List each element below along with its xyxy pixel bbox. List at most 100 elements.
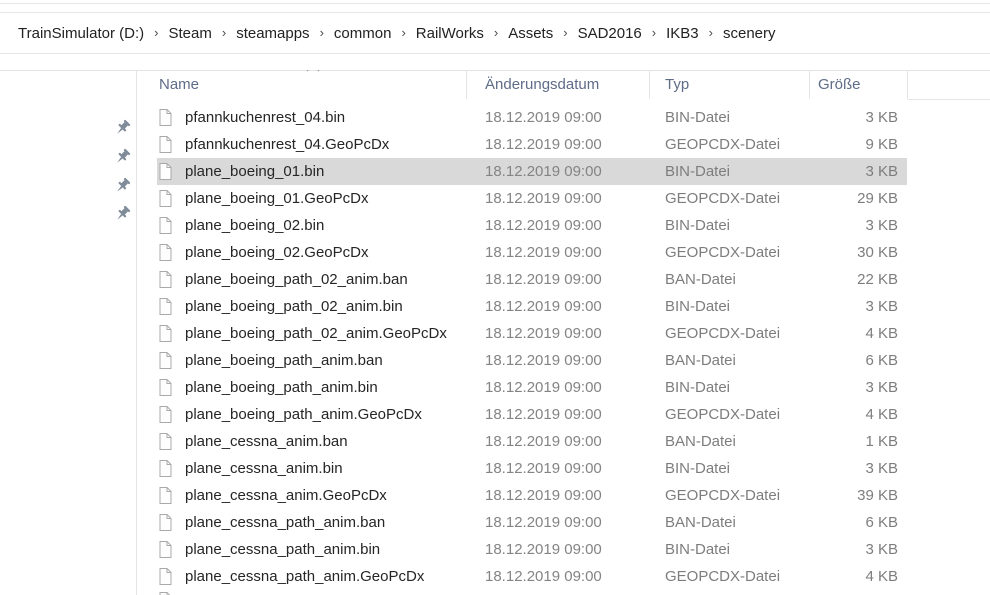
file-type: GEOPCDX-Datei <box>665 325 781 342</box>
file-icon <box>159 514 172 531</box>
file-type: BAN-Datei <box>665 433 736 450</box>
breadcrumb-item[interactable]: TrainSimulator (D:) <box>18 25 144 42</box>
file-size: 29 KB <box>857 190 898 207</box>
file-icon <box>159 433 172 450</box>
file-date: 18.12.2019 09:00 <box>485 568 602 585</box>
breadcrumb-item[interactable]: Assets <box>508 25 553 42</box>
file-date: 18.12.2019 09:00 <box>485 406 602 423</box>
file-type: BIN-Datei <box>665 298 731 315</box>
addressbar-bottom-border <box>0 53 990 54</box>
file-size: 3 KB <box>865 163 898 180</box>
column-header-name[interactable]: Name <box>136 70 467 99</box>
file-name: pfannkuchenrest_04.bin <box>185 109 346 126</box>
file-size: 22 KB <box>857 271 898 288</box>
file-size: 6 KB <box>865 514 898 531</box>
breadcrumb-item[interactable]: SAD2016 <box>578 25 642 42</box>
ribbon-bottom-border <box>0 3 990 4</box>
file-name: plane_boeing_path_02_anim.bin <box>185 298 403 315</box>
file-row[interactable]: plane_cessna_anim.GeoPcDx 18.12.2019 09:… <box>136 482 990 509</box>
file-explorer-window: TrainSimulator (D:) › Steam › steamapps › comm… <box>0 0 990 595</box>
file-type: BIN-Datei <box>665 217 731 234</box>
file-date: 18.12.2019 09:00 <box>485 514 602 531</box>
file-date: 18.12.2019 09:00 <box>485 433 602 450</box>
file-size: 30 KB <box>857 244 898 261</box>
file-icon <box>159 541 172 558</box>
file-icon <box>159 325 172 342</box>
pin-icon[interactable] <box>113 205 131 223</box>
file-name: plane_boeing_path_anim.ban <box>185 352 383 369</box>
breadcrumb-item[interactable]: RailWorks <box>416 25 484 42</box>
file-row[interactable]: plane_boeing_path_02_anim.bin 18.12.2019… <box>136 293 990 320</box>
file-row[interactable]: plane_boeing_01.bin 18.12.2019 09:00 BIN… <box>136 158 990 185</box>
file-date: 18.12.2019 09:00 <box>485 298 602 315</box>
file-name: plane_boeing_path_anim.bin <box>185 379 378 396</box>
file-row[interactable]: plane_boeing_path_anim.GeoPcDx 18.12.201… <box>136 401 990 428</box>
file-icon <box>159 136 172 153</box>
file-size: 4 KB <box>865 568 898 585</box>
file-row[interactable]: plane_boeing_02.GeoPcDx 18.12.2019 09:00… <box>136 239 990 266</box>
file-type: GEOPCDX-Datei <box>665 244 781 261</box>
column-header-type[interactable]: Typ <box>650 70 810 99</box>
file-type: BAN-Datei <box>665 271 736 288</box>
breadcrumb-separator-icon: › <box>563 24 568 40</box>
breadcrumb-item[interactable]: steamapps <box>236 25 309 42</box>
header-filler-border <box>908 99 990 100</box>
file-date: 18.12.2019 09:00 <box>485 136 602 153</box>
file-row[interactable]: plane_cessna_path_anim.bin 18.12.2019 09… <box>136 536 990 563</box>
file-row[interactable]: plane_cessna_path_anim.ban 18.12.2019 09… <box>136 509 990 536</box>
file-size: 9 KB <box>865 136 898 153</box>
file-icon <box>159 487 172 504</box>
file-date: 18.12.2019 09:00 <box>485 163 602 180</box>
file-row[interactable]: plane_boeing_02.bin 18.12.2019 09:00 BIN… <box>136 212 990 239</box>
file-type: BIN-Datei <box>665 163 731 180</box>
column-header-label: Name <box>159 76 200 93</box>
column-headers: Name Änderungsdatum Typ Größe <box>136 70 990 100</box>
file-type: BIN-Datei <box>665 460 731 477</box>
file-row[interactable]: plane_cessna_path_anim.GeoPcDx 18.12.201… <box>136 563 990 590</box>
pin-icon[interactable] <box>113 119 131 137</box>
file-name: plane_cessna_anim.ban <box>185 433 348 450</box>
column-header-label: Größe <box>818 76 861 93</box>
file-row[interactable]: plane_boeing_path_anim.bin 18.12.2019 09… <box>136 374 990 401</box>
file-size: 3 KB <box>865 298 898 315</box>
file-row[interactable]: plane_boeing_path_02_anim.GeoPcDx 18.12.… <box>136 320 990 347</box>
file-row[interactable]: plane_cessna_anim.ban 18.12.2019 09:00 B… <box>136 428 990 455</box>
file-name: plane_boeing_01.GeoPcDx <box>185 190 369 207</box>
file-date: 18.12.2019 09:00 <box>485 541 602 558</box>
breadcrumb-item[interactable]: scenery <box>723 25 776 42</box>
file-date: 18.12.2019 09:00 <box>485 217 602 234</box>
file-type: BIN-Datei <box>665 541 731 558</box>
pin-icon[interactable] <box>113 177 131 195</box>
file-size: 4 KB <box>865 406 898 423</box>
column-header-size[interactable]: Größe <box>810 70 908 99</box>
file-row[interactable]: plane_boeing_path_anim.ban 18.12.2019 09… <box>136 347 990 374</box>
file-icon <box>159 109 172 126</box>
breadcrumb-separator-icon: › <box>493 24 499 40</box>
file-name: plane_boeing_01.bin <box>185 163 325 180</box>
breadcrumb-item[interactable]: IKB3 <box>666 25 699 42</box>
file-name: plane_boeing_02.bin <box>185 217 325 234</box>
file-name: plane_cessna_path_anim.bin <box>185 541 381 558</box>
breadcrumb-separator-icon: › <box>154 24 159 40</box>
file-row[interactable]: pfannkuchenrest_04.bin 18.12.2019 09:00 … <box>136 104 990 131</box>
column-header-date[interactable]: Änderungsdatum <box>467 70 650 99</box>
file-date: 18.12.2019 09:00 <box>485 460 602 477</box>
file-type: GEOPCDX-Datei <box>665 406 781 423</box>
file-name: plane_boeing_path_02_anim.ban <box>185 271 408 288</box>
file-size: 1 KB <box>865 433 898 450</box>
file-row[interactable]: pfannkuchenrest_04.GeoPcDx 18.12.2019 09… <box>136 131 990 158</box>
breadcrumb: TrainSimulator (D:) › Steam › steamapps › comm… <box>0 13 990 53</box>
file-size: 3 KB <box>865 217 898 234</box>
breadcrumb-item[interactable]: Steam <box>168 25 211 42</box>
file-size: 6 KB <box>865 352 898 369</box>
file-size: 3 KB <box>865 541 898 558</box>
file-row[interactable]: plane_boeing_path_02_anim.ban 18.12.2019… <box>136 266 990 293</box>
breadcrumb-item[interactable]: common <box>334 25 392 42</box>
file-name: plane_boeing_path_02_anim.GeoPcDx <box>185 325 447 342</box>
file-type: GEOPCDX-Datei <box>665 136 781 153</box>
file-row[interactable]: plane_boeing_01.GeoPcDx 18.12.2019 09:00… <box>136 185 990 212</box>
file-date: 18.12.2019 09:00 <box>485 244 602 261</box>
file-icon <box>159 163 172 180</box>
file-row[interactable]: plane_cessna_anim.bin 18.12.2019 09:00 B… <box>136 455 990 482</box>
pin-icon[interactable] <box>113 148 131 166</box>
